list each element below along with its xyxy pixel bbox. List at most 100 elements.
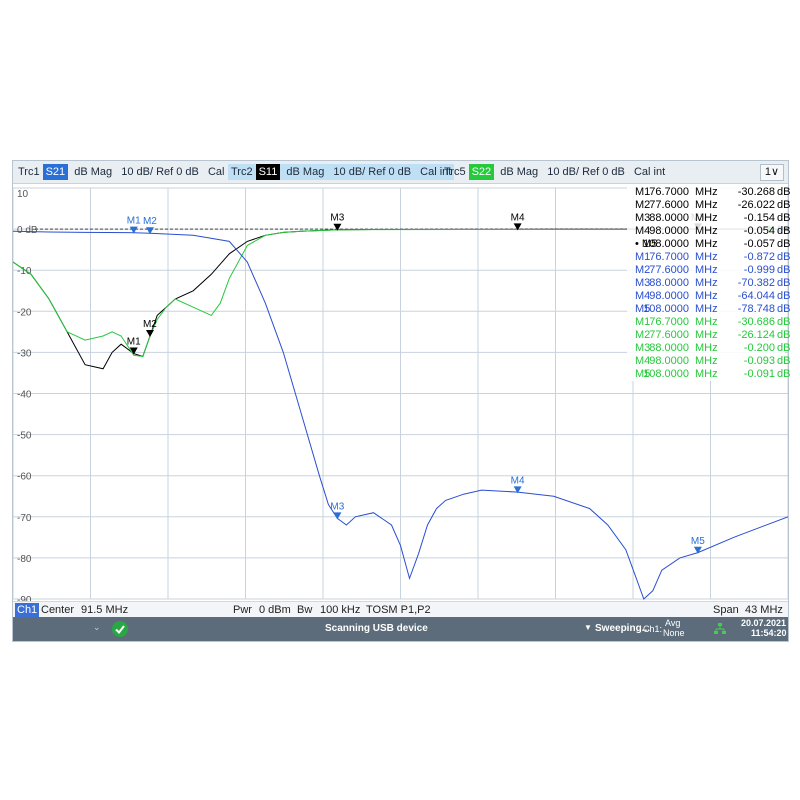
marker-table-cell-v: -30.686 [737, 316, 775, 328]
marker-label: M1 [127, 216, 141, 227]
marker-table-cell-m: M4 [635, 355, 651, 367]
bandwidth-value[interactable]: 100 kHz [320, 602, 360, 618]
marker-table-row[interactable]: M4 98.0000 MHz -64.044 dB [627, 290, 790, 303]
marker-table-cell-m: M1 [635, 316, 651, 328]
marker-table-row[interactable]: M1 76.7000 MHz -0.872 dB [627, 251, 790, 264]
y-tick-label: -10 [17, 266, 32, 277]
marker-table-cell-f: 108.0000 [643, 368, 689, 380]
marker-label: M1 [127, 337, 141, 348]
trace-scale: 10 dB/ Ref 0 dB [333, 166, 412, 178]
marker-table-cell-v: -0.154 [743, 212, 775, 224]
window-menu-dropdown[interactable]: 1∨ [760, 164, 784, 181]
sweep-status: Sweeping... [595, 623, 651, 634]
span-value[interactable]: 43 MHz [745, 602, 783, 618]
marker-table-cell-m: M1 [635, 186, 651, 198]
power-label: Pwr [233, 604, 252, 616]
marker-table-cell-f: 88.0000 [649, 342, 689, 354]
marker-table-cell-d: dB [777, 342, 791, 354]
power-value[interactable]: 0 dBm [259, 602, 291, 618]
channel-label[interactable]: Ch1 [15, 603, 40, 617]
marker-triangle [333, 512, 342, 520]
marker-table-cell-f: 77.6000 [649, 264, 689, 276]
y-tick-label: -50 [17, 431, 32, 442]
marker-table-cell-u: MHz [695, 290, 718, 302]
s-parameter-badge: S11 [255, 164, 281, 180]
vna-screen: Trc1 S21 dB Mag 10 dB/ Ref 0 dB Cal int T… [12, 160, 790, 642]
marker-table-cell-f: 77.6000 [649, 329, 689, 341]
marker-label: M4 [511, 212, 525, 223]
network-icon[interactable] [713, 622, 727, 636]
y-tick-label: -60 [17, 472, 32, 483]
marker-table-row[interactable]: • M5 108.0000 MHz -0.057 dB [627, 238, 790, 251]
trace-tab-trc2[interactable]: Trc2 S11 dB Mag 10 dB/ Ref 0 dB Cal int [228, 164, 455, 180]
marker-table-cell-m: M2 [635, 329, 651, 341]
span-label: Span [713, 604, 739, 616]
marker-table-cell-u: MHz [695, 199, 718, 211]
marker-table-cell-u: MHz [695, 368, 718, 380]
y-tick-label: -40 [17, 390, 32, 401]
marker-table-row[interactable]: M4 98.0000 MHz -0.093 dB [627, 355, 790, 368]
marker-table-cell-u: MHz [695, 212, 718, 224]
marker-table-cell-d: dB [777, 355, 791, 367]
trace-scale: 10 dB/ Ref 0 dB [547, 166, 625, 178]
diagram-area[interactable]: 10 0 dB -10 -20 -30 -40 -50 -60 -70 -80 -90 M1 M2 M1 M… [12, 183, 790, 606]
marker-table-row[interactable]: M3 88.0000 MHz -0.154 dB [627, 212, 790, 225]
y-tick-label: -80 [17, 554, 32, 565]
marker-label: M3 [330, 501, 344, 512]
marker-table-row[interactable]: M3 88.0000 MHz -0.200 dB [627, 342, 790, 355]
system-taskbar: ⌄ Scanning USB device ▼ Sweeping... Ch1:… [13, 617, 788, 641]
marker-table-row[interactable]: M5 108.0000 MHz -78.748 dB [627, 303, 790, 316]
marker-table-cell-d: dB [777, 186, 791, 198]
trace-format: dB Mag [286, 166, 325, 178]
marker-table-cell-f: 98.0000 [649, 355, 689, 367]
avg-channel-label: Ch1: [643, 624, 663, 634]
marker-table-row[interactable]: M4 98.0000 MHz -0.054 dB [627, 225, 790, 238]
center-value[interactable]: 91.5 MHz [81, 602, 128, 618]
marker-table-cell-m: M1 [635, 251, 651, 263]
trace-tab-trc1[interactable]: Trc1 S21 dB Mag 10 dB/ Ref 0 dB Cal int [15, 164, 242, 180]
marker-table-row[interactable]: M2 77.6000 MHz -26.124 dB [627, 329, 790, 342]
check-circle-icon[interactable] [111, 620, 129, 638]
marker-table-cell-m: M3 [635, 212, 651, 224]
marker-table-row[interactable]: M5 108.0000 MHz -0.091 dB [627, 368, 790, 381]
channel-status-bar: Ch1 Center 91.5 MHz Pwr 0 dBm Bw 100 kHz… [13, 601, 788, 618]
marker-table-cell-v: -0.091 [743, 368, 775, 380]
marker-table-cell-d: dB [777, 264, 791, 276]
marker-table-cell-v: -0.054 [743, 225, 775, 237]
marker-triangle [145, 330, 154, 338]
chevron-down-icon[interactable]: ⌄ [93, 622, 101, 633]
s-parameter-badge: S21 [42, 164, 69, 180]
marker-table-row[interactable]: M2 77.6000 MHz -0.999 dB [627, 264, 790, 277]
marker-table-row[interactable]: M1 76.7000 MHz -30.686 dB [627, 316, 790, 329]
trace-tab-trc5[interactable]: Trc5 S22 dB Mag 10 dB/ Ref 0 dB Cal int [441, 164, 668, 180]
marker-table-cell-f: 76.7000 [649, 251, 689, 263]
marker-table-cell-f: 108.0000 [643, 303, 689, 315]
marker-label: M5 [691, 536, 705, 547]
marker-label: M2 [143, 319, 157, 330]
avg-value: None [663, 628, 685, 638]
system-date: 20.07.2021 [741, 618, 787, 628]
marker-table-cell-d: dB [777, 316, 791, 328]
marker-table-cell-u: MHz [695, 264, 718, 276]
marker-table-cell-d: dB [777, 329, 791, 341]
marker-table-cell-f: 98.0000 [649, 225, 689, 237]
caret-down-icon[interactable]: ▼ [584, 623, 592, 632]
marker-table-cell-f: 76.7000 [649, 186, 689, 198]
marker-table-cell-f: 88.0000 [649, 277, 689, 289]
marker-table-cell-u: MHz [695, 186, 718, 198]
y-tick-label: -70 [17, 513, 32, 524]
marker-table-row[interactable]: M1 76.7000 MHz -30.268 dB [627, 186, 790, 199]
system-time: 11:54:20 [751, 628, 787, 638]
marker-table-cell-d: dB [777, 303, 791, 315]
marker-table-row[interactable]: M3 88.0000 MHz -70.382 dB [627, 277, 790, 290]
marker-table-row[interactable]: M2 77.6000 MHz -26.022 dB [627, 199, 790, 212]
marker-table-cell-m: M2 [635, 264, 651, 276]
trace-format: dB Mag [74, 166, 113, 178]
marker-table-cell-v: -30.268 [737, 186, 775, 198]
marker-label: M3 [330, 213, 344, 224]
trace-name: Trc1 [18, 166, 40, 178]
marker-table-cell-m: M4 [635, 225, 651, 237]
marker-table-cell-v: -26.022 [737, 199, 775, 211]
s-parameter-badge: S22 [468, 164, 495, 180]
marker-table-cell-d: dB [777, 238, 791, 250]
